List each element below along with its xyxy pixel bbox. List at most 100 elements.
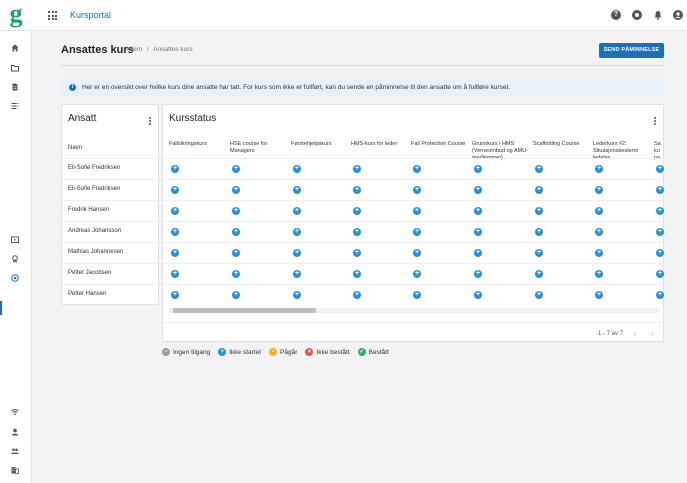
send-reminder-button[interactable]: SEND PÅMINNELSE	[599, 43, 664, 58]
status-not-started-icon[interactable]: +	[474, 270, 482, 278]
status-not-started-icon[interactable]: +	[656, 270, 664, 278]
employee-row[interactable]: Fredrik Hansen	[62, 200, 160, 221]
bell-icon[interactable]	[653, 10, 663, 20]
status-not-started-icon[interactable]: +	[595, 228, 603, 236]
next-page-icon[interactable]: ›	[651, 329, 654, 338]
name-column-header[interactable]: Navn	[68, 145, 82, 151]
status-not-started-icon[interactable]: +	[171, 228, 179, 236]
account-icon[interactable]	[673, 10, 683, 20]
employees-menu-icon[interactable]	[149, 117, 151, 125]
status-not-started-icon[interactable]: +	[656, 165, 664, 173]
employee-row[interactable]: Eli-Sofie Fredriksen	[62, 179, 160, 200]
home-icon[interactable]	[11, 44, 19, 52]
course-status-menu-icon[interactable]	[654, 117, 656, 125]
help-icon[interactable]: ?	[611, 10, 621, 20]
status-not-started-icon[interactable]: +	[171, 165, 179, 173]
status-not-started-icon[interactable]: +	[293, 207, 301, 215]
status-not-started-icon[interactable]: +	[293, 165, 301, 173]
horizontal-scrollbar[interactable]	[169, 308, 659, 313]
award-icon[interactable]	[11, 255, 19, 263]
status-not-started-icon[interactable]: +	[595, 207, 603, 215]
employee-row[interactable]: Petter Jacobsen	[62, 263, 160, 284]
status-not-started-icon[interactable]: +	[656, 249, 664, 257]
status-not-started-icon[interactable]: +	[293, 186, 301, 194]
status-not-started-icon[interactable]: +	[353, 165, 361, 173]
status-not-started-icon[interactable]: +	[353, 270, 361, 278]
prev-page-icon[interactable]: ‹	[634, 329, 637, 338]
status-not-started-icon[interactable]: +	[535, 165, 543, 173]
status-not-started-icon[interactable]: +	[656, 186, 664, 194]
employee-name: Andreas Johansson	[68, 228, 122, 234]
status-not-started-icon[interactable]: +	[232, 186, 240, 194]
status-not-started-icon[interactable]: +	[535, 291, 543, 299]
status-not-started-icon[interactable]: +	[474, 186, 482, 194]
status-not-started-icon[interactable]: +	[293, 291, 301, 299]
course-status-icon[interactable]	[11, 274, 19, 282]
employee-row[interactable]: Mathias Johannesen	[62, 242, 160, 263]
status-not-started-icon[interactable]: +	[293, 249, 301, 257]
status-not-started-icon[interactable]: +	[353, 186, 361, 194]
video-icon[interactable]	[11, 236, 19, 244]
status-not-started-icon[interactable]: +	[474, 249, 482, 257]
status-not-started-icon[interactable]: +	[474, 228, 482, 236]
breadcrumb-home[interactable]: Hjem	[127, 46, 142, 53]
status-not-started-icon[interactable]: +	[413, 291, 421, 299]
status-not-started-icon[interactable]: +	[474, 291, 482, 299]
status-not-started-icon[interactable]: +	[171, 291, 179, 299]
person-icon[interactable]	[11, 428, 19, 436]
status-not-started-icon[interactable]: +	[232, 270, 240, 278]
status-not-started-icon[interactable]: +	[171, 249, 179, 257]
app-logo[interactable]: g	[8, 1, 24, 27]
status-not-started-icon[interactable]: +	[353, 228, 361, 236]
status-not-started-icon[interactable]: +	[656, 228, 664, 236]
app-title[interactable]: Kursportal	[70, 10, 111, 20]
scrollbar-thumb[interactable]	[173, 308, 316, 313]
folder-icon[interactable]	[11, 64, 19, 72]
status-not-started-icon[interactable]: +	[656, 291, 664, 299]
status-not-started-icon[interactable]: +	[595, 291, 603, 299]
status-not-started-icon[interactable]: +	[535, 186, 543, 194]
group-icon[interactable]	[11, 447, 19, 455]
status-not-started-icon[interactable]: +	[413, 207, 421, 215]
status-not-started-icon[interactable]: +	[232, 228, 240, 236]
status-not-started-icon[interactable]: +	[171, 186, 179, 194]
status-not-started-icon[interactable]: +	[656, 207, 664, 215]
status-not-started-icon[interactable]: +	[474, 165, 482, 173]
legend-label: Ingen tilgang	[173, 348, 211, 356]
status-not-started-icon[interactable]: +	[413, 270, 421, 278]
status-not-started-icon[interactable]: +	[232, 291, 240, 299]
status-not-started-icon[interactable]: +	[595, 165, 603, 173]
status-not-started-icon[interactable]: +	[413, 249, 421, 257]
status-not-started-icon[interactable]: +	[535, 249, 543, 257]
status-not-started-icon[interactable]: +	[595, 249, 603, 257]
status-not-started-icon[interactable]: +	[535, 207, 543, 215]
status-not-started-icon[interactable]: +	[171, 270, 179, 278]
status-not-started-icon[interactable]: +	[232, 249, 240, 257]
status-not-started-icon[interactable]: +	[232, 207, 240, 215]
status-not-started-icon[interactable]: +	[535, 270, 543, 278]
gear-icon[interactable]	[632, 10, 642, 20]
status-not-started-icon[interactable]: +	[353, 207, 361, 215]
building-icon[interactable]	[11, 466, 19, 474]
employee-row[interactable]: Eli-Sofie Fredriksen	[62, 158, 160, 179]
status-not-started-icon[interactable]: +	[535, 228, 543, 236]
status-not-started-icon[interactable]: +	[413, 186, 421, 194]
employee-row[interactable]: Petter Hansen	[62, 284, 160, 305]
status-not-started-icon[interactable]: +	[474, 207, 482, 215]
status-not-started-icon[interactable]: +	[353, 291, 361, 299]
status-not-started-icon[interactable]: +	[595, 270, 603, 278]
document-icon[interactable]	[11, 83, 19, 91]
employee-row[interactable]: Andreas Johansson	[62, 221, 160, 242]
wifi-icon[interactable]	[11, 408, 19, 416]
status-not-started-icon[interactable]: +	[293, 270, 301, 278]
status-not-started-icon[interactable]: +	[232, 165, 240, 173]
list-icon[interactable]	[11, 102, 19, 110]
status-not-started-icon[interactable]: +	[353, 249, 361, 257]
status-not-started-icon[interactable]: +	[413, 165, 421, 173]
course-status-title: Kursstatus	[169, 113, 217, 124]
status-not-started-icon[interactable]: +	[171, 207, 179, 215]
app-grid-icon[interactable]	[48, 11, 57, 20]
status-not-started-icon[interactable]: +	[293, 228, 301, 236]
status-not-started-icon[interactable]: +	[413, 228, 421, 236]
status-not-started-icon[interactable]: +	[595, 186, 603, 194]
